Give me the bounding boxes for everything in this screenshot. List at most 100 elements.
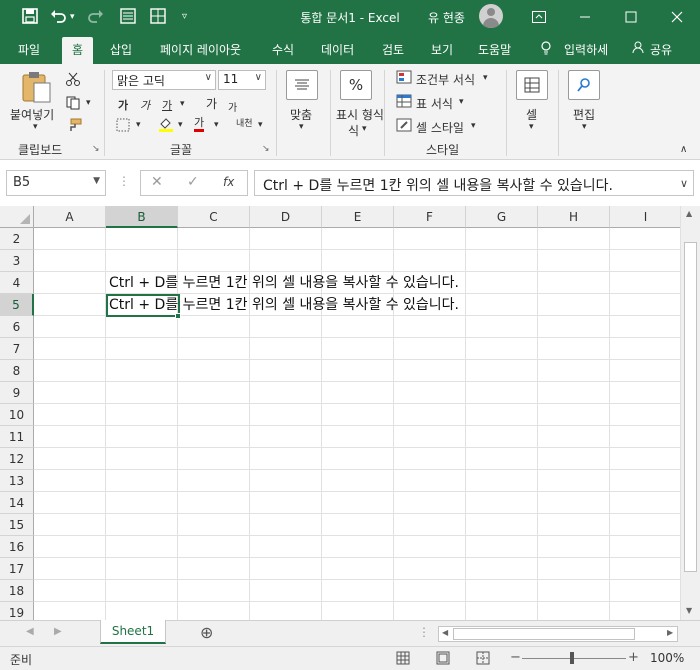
vertical-scroll-thumb[interactable] <box>684 242 697 572</box>
zoom-level[interactable]: 100% <box>650 651 684 665</box>
row-header-4[interactable]: 4 <box>0 272 34 294</box>
minimize-icon[interactable] <box>562 0 608 34</box>
sheet-tab-sheet1[interactable]: Sheet1 <box>100 620 166 644</box>
percent-icon[interactable]: % <box>340 70 372 100</box>
scroll-down-icon[interactable]: ▼ <box>686 606 692 615</box>
split-handle-icon[interactable]: ⋮ <box>418 625 430 639</box>
zoom-out-icon[interactable]: − <box>510 650 521 665</box>
row-header-19[interactable]: 19 <box>0 602 34 620</box>
row-header-12[interactable]: 12 <box>0 448 34 470</box>
ribbon-display-icon[interactable] <box>516 0 562 34</box>
paste-button[interactable]: 붙여넣기 <box>10 106 54 123</box>
avatar[interactable] <box>479 4 503 28</box>
row-header-18[interactable]: 18 <box>0 580 34 602</box>
undo-icon[interactable] <box>50 8 68 28</box>
horizontal-scrollbar[interactable]: ◀ ▶ <box>438 626 678 642</box>
row-header-7[interactable]: 7 <box>0 338 34 360</box>
conditional-format-icon[interactable] <box>396 70 412 87</box>
cells-dropdown-icon[interactable]: ▾ <box>529 122 534 132</box>
maximize-icon[interactable] <box>608 0 654 34</box>
column-header-g[interactable]: G <box>466 206 538 228</box>
row-header-15[interactable]: 15 <box>0 514 34 536</box>
fill-handle[interactable] <box>175 313 181 319</box>
clipboard-launcher-icon[interactable]: ↘ <box>92 144 100 154</box>
user-name[interactable]: 유 현종 <box>428 9 465 26</box>
zoom-slider-track[interactable] <box>522 658 626 659</box>
table-icon[interactable] <box>150 8 166 28</box>
tab-page-layout[interactable]: 페이지 레이아웃 <box>160 41 241 58</box>
bold-button[interactable]: 가 <box>118 97 128 113</box>
undo-dropdown-icon[interactable]: ▾ <box>70 12 75 22</box>
add-sheet-icon[interactable]: ⊕ <box>200 623 213 642</box>
editing-button[interactable]: 편집 <box>573 106 595 123</box>
share-button[interactable]: 공유 <box>650 41 672 58</box>
tab-home[interactable]: 홈 <box>62 37 94 64</box>
tell-me-input[interactable]: 입력하세 <box>564 41 608 58</box>
cell-styles-button[interactable]: 셀 스타일 <box>416 119 464 136</box>
tab-file[interactable]: 파일 <box>18 41 40 58</box>
row-header-8[interactable]: 8 <box>0 360 34 382</box>
cell-styles-icon[interactable] <box>396 118 412 135</box>
format-table-dropdown-icon[interactable]: ▾ <box>459 97 464 107</box>
column-header-h[interactable]: H <box>538 206 610 228</box>
conditional-format-button[interactable]: 조건부 서식 <box>416 71 475 88</box>
page-break-view-icon[interactable] <box>476 651 490 668</box>
number-format-button[interactable]: 표시 형식 <box>336 106 384 123</box>
row-header-17[interactable]: 17 <box>0 558 34 580</box>
alignment-icon[interactable] <box>286 70 318 100</box>
tab-formulas[interactable]: 수식 <box>272 41 294 58</box>
fill-color-icon[interactable] <box>158 116 174 135</box>
format-table-icon[interactable] <box>396 94 412 111</box>
scroll-right-icon[interactable]: ▶ <box>667 628 673 637</box>
cell-styles-dropdown-icon[interactable]: ▾ <box>471 121 476 131</box>
expand-formula-icon[interactable]: ∨ <box>680 177 688 190</box>
tab-review[interactable]: 검토 <box>382 41 404 58</box>
column-header-f[interactable]: F <box>394 206 466 228</box>
form-icon[interactable] <box>120 8 136 28</box>
format-table-button[interactable]: 표 서식 <box>416 95 453 112</box>
row-header-3[interactable]: 3 <box>0 250 34 272</box>
copy-dropdown-icon[interactable]: ▾ <box>86 98 91 108</box>
underline-button[interactable]: 가 <box>162 97 172 113</box>
insert-function-icon[interactable]: fx <box>223 175 234 189</box>
next-sheet-icon[interactable]: ▶ <box>54 626 62 637</box>
share-icon[interactable] <box>632 41 644 56</box>
normal-view-icon[interactable] <box>396 651 410 668</box>
paste-icon[interactable] <box>20 70 52 107</box>
alignment-button[interactable]: 맞춤 <box>290 106 312 123</box>
tab-view[interactable]: 보기 <box>431 41 453 58</box>
cancel-icon[interactable]: ✕ <box>151 174 163 190</box>
font-name-select[interactable]: 맑은 고딕 ∨ <box>112 70 216 90</box>
scroll-left-icon[interactable]: ◀ <box>442 628 448 637</box>
vertical-scrollbar[interactable]: ▲ ▼ <box>680 206 700 620</box>
conditional-format-dropdown-icon[interactable]: ▾ <box>483 73 488 83</box>
column-header-e[interactable]: E <box>322 206 394 228</box>
number-dropdown-icon[interactable]: ▾ <box>362 124 367 134</box>
row-header-11[interactable]: 11 <box>0 426 34 448</box>
scroll-up-icon[interactable]: ▲ <box>686 209 692 218</box>
row-header-10[interactable]: 10 <box>0 404 34 426</box>
zoom-slider-thumb[interactable] <box>570 652 574 664</box>
row-header-2[interactable]: 2 <box>0 228 34 250</box>
borders-dropdown-icon[interactable]: ▾ <box>136 120 141 130</box>
cells-icon[interactable] <box>516 70 548 100</box>
redo-icon[interactable] <box>86 8 104 28</box>
fill-color-dropdown-icon[interactable]: ▾ <box>178 120 183 130</box>
cell-b4[interactable]: Ctrl + D를 누르면 1칸 위의 셀 내용을 복사할 수 있습니다. <box>109 272 459 294</box>
grip-icon[interactable]: ⋮ <box>118 174 130 188</box>
underline-dropdown-icon[interactable]: ▾ <box>180 99 185 109</box>
shrink-font-button[interactable]: 가 <box>228 99 237 114</box>
row-header-16[interactable]: 16 <box>0 536 34 558</box>
font-size-select[interactable]: 11 ∨ <box>218 70 266 90</box>
horizontal-scroll-thumb[interactable] <box>453 628 635 640</box>
cut-icon[interactable] <box>66 72 80 89</box>
customize-icon[interactable]: ▿ <box>182 11 187 22</box>
formula-input[interactable]: Ctrl + D를 누르면 1칸 위의 셀 내용을 복사할 수 있습니다. ∨ <box>254 170 694 196</box>
page-layout-view-icon[interactable] <box>436 651 450 668</box>
active-cell-border[interactable] <box>106 294 180 317</box>
font-launcher-icon[interactable]: ↘ <box>262 144 270 154</box>
column-header-d[interactable]: D <box>250 206 322 228</box>
column-header-b[interactable]: B <box>106 206 178 228</box>
search-icon[interactable] <box>568 70 600 100</box>
select-all-corner[interactable] <box>0 206 34 228</box>
